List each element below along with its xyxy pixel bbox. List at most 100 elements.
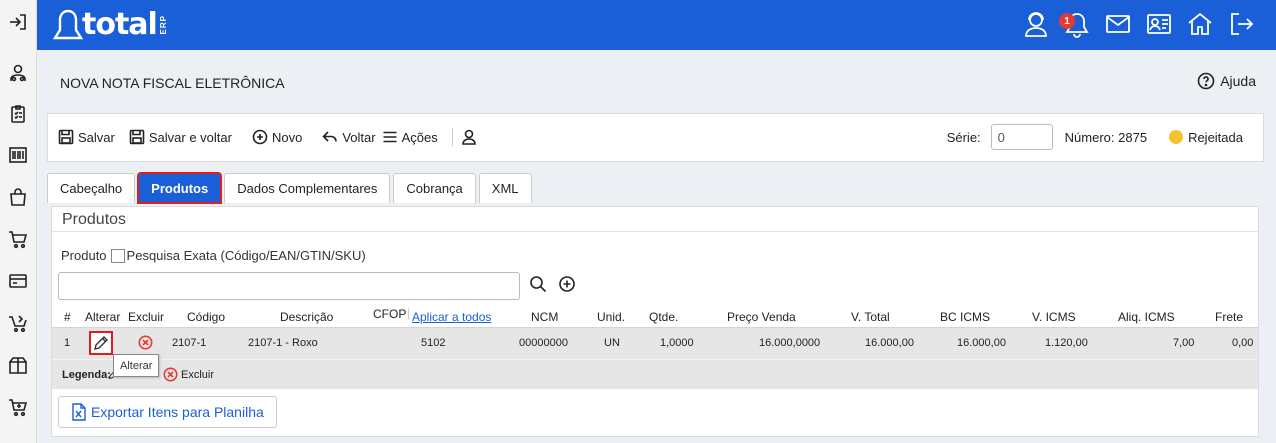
shopping-bag-icon[interactable] bbox=[8, 187, 28, 207]
bell-icon[interactable]: 1 bbox=[1059, 9, 1092, 39]
help-label: Ajuda bbox=[1220, 73, 1256, 89]
product-search-label: Produto Pesquisa Exata (Código/EAN/GTIN/… bbox=[61, 248, 366, 263]
col-v-icms[interactable]: V. ICMS bbox=[1032, 310, 1076, 324]
cell-bc-icms: 16.000,00 bbox=[957, 337, 1006, 349]
user-button[interactable] bbox=[461, 129, 477, 145]
col-cfop[interactable]: CFOP bbox=[373, 307, 406, 321]
col-frete[interactable]: Frete bbox=[1215, 310, 1243, 324]
support-agent-icon[interactable] bbox=[1021, 9, 1051, 39]
clipboard-list-icon[interactable] bbox=[8, 104, 28, 124]
cell-preco-venda: 16.000,0000 bbox=[759, 337, 821, 349]
cell-v-total: 16.000,00 bbox=[865, 337, 914, 349]
delete-item-button[interactable] bbox=[138, 335, 153, 350]
col-qtde[interactable]: Qtde. bbox=[649, 310, 678, 324]
col-unid[interactable]: Unid. bbox=[597, 310, 625, 324]
legend-close-circle-icon bbox=[163, 367, 178, 382]
close-circle-icon bbox=[138, 335, 153, 350]
sign-in-icon[interactable] bbox=[8, 12, 28, 32]
top-bar: total ERP 1 bbox=[37, 0, 1276, 50]
floppy-disk-icon bbox=[58, 129, 74, 145]
tab-produtos[interactable]: Produtos bbox=[137, 172, 223, 204]
cell-qtde: 1,0000 bbox=[660, 337, 694, 349]
question-circle-icon bbox=[1197, 72, 1215, 90]
cell-codigo: 2107-1 bbox=[172, 337, 207, 349]
products-panel: Produtos Produto Pesquisa Exata (Código/… bbox=[51, 206, 1259, 437]
cell-unid: UN bbox=[604, 337, 620, 349]
panel-divider bbox=[52, 231, 1258, 232]
tab-dados-complementares[interactable]: Dados Complementares bbox=[224, 173, 391, 203]
save-and-back-button[interactable]: Salvar e voltar bbox=[129, 129, 232, 145]
help-link[interactable]: Ajuda bbox=[1197, 72, 1256, 90]
mail-icon[interactable] bbox=[1103, 9, 1133, 39]
col-ncm[interactable]: NCM bbox=[531, 310, 558, 324]
users-icon[interactable] bbox=[8, 63, 28, 83]
col-descricao[interactable]: Descrição bbox=[280, 310, 333, 324]
tab-cabecalho[interactable]: Cabeçalho bbox=[47, 173, 136, 203]
legend-delete: Excluir bbox=[163, 367, 214, 382]
serie-input[interactable] bbox=[990, 124, 1053, 150]
search-icon[interactable] bbox=[529, 275, 547, 296]
cell-cfop: 5102 bbox=[421, 337, 446, 349]
panel-title: Produtos bbox=[62, 211, 127, 228]
logout-icon[interactable] bbox=[1226, 9, 1256, 39]
credit-card-icon[interactable] bbox=[8, 271, 28, 291]
logo-bell-icon bbox=[52, 9, 84, 40]
table-row: 1 2107-1 2107-1 - Roxo 5102 00000000 UN … bbox=[52, 327, 1258, 359]
brand-logo[interactable]: total ERP bbox=[52, 8, 168, 42]
cart-plus-icon[interactable] bbox=[8, 397, 28, 417]
cell-frete: 0,00 bbox=[1232, 337, 1254, 349]
save-button[interactable]: Salvar bbox=[58, 129, 115, 145]
col-v-total[interactable]: V. Total bbox=[851, 310, 890, 324]
tab-cobranca[interactable]: Cobrança bbox=[393, 173, 476, 203]
edit-item-button[interactable] bbox=[89, 331, 113, 355]
left-sidebar bbox=[0, 0, 37, 443]
col-aliq-icms[interactable]: Aliq. ICMS bbox=[1118, 310, 1175, 324]
exact-search-checkbox[interactable] bbox=[110, 248, 125, 263]
toolbar-divider bbox=[451, 128, 453, 146]
cell-ncm: 00000000 bbox=[519, 337, 568, 349]
logo-suffix: ERP bbox=[158, 15, 168, 35]
status-label: Rejeitada bbox=[1188, 129, 1243, 145]
menu-icon bbox=[383, 131, 397, 143]
legend-row: Legenda: Excluir bbox=[52, 359, 1258, 389]
new-button[interactable]: Novo bbox=[252, 129, 302, 145]
cart-arrow-icon[interactable] bbox=[8, 313, 28, 333]
barcode-icon[interactable] bbox=[8, 145, 28, 165]
page-title: NOVA NOTA FISCAL ELETRÔNICA bbox=[60, 75, 285, 91]
serie-label: Série: bbox=[946, 129, 981, 145]
col-excluir: Excluir bbox=[128, 310, 165, 324]
add-product-icon[interactable] bbox=[558, 275, 576, 296]
apply-to-all-link[interactable]: Aplicar a todos bbox=[412, 310, 491, 324]
cell-v-icms: 1.120,00 bbox=[1045, 337, 1088, 349]
exact-search-label: Pesquisa Exata (Código/EAN/GTIN/SKU) bbox=[126, 248, 366, 263]
col-codigo[interactable]: Código bbox=[187, 310, 225, 324]
back-button[interactable]: Voltar bbox=[322, 129, 376, 145]
legend-label: Legenda: bbox=[62, 369, 111, 381]
col-bc-icms[interactable]: BC ICMS bbox=[940, 310, 990, 324]
product-search-input[interactable] bbox=[58, 272, 520, 300]
pencil-icon bbox=[94, 336, 108, 350]
col-preco-venda[interactable]: Preço Venda bbox=[727, 310, 796, 324]
excel-file-icon bbox=[72, 403, 86, 421]
table-header: # Alterar Excluir Código Descrição CFOP … bbox=[52, 306, 1258, 327]
edit-tooltip: Alterar bbox=[113, 354, 160, 377]
reply-arrow-icon bbox=[322, 131, 338, 142]
notification-badge: 1 bbox=[1059, 13, 1075, 29]
actions-menu-button[interactable]: Ações bbox=[382, 129, 438, 145]
status-badge: Rejeitada bbox=[1169, 130, 1243, 145]
home-icon[interactable] bbox=[1185, 9, 1215, 39]
cell-aliq-icms: 7,00 bbox=[1173, 337, 1195, 349]
contact-card-icon[interactable] bbox=[1144, 9, 1174, 39]
floppy-disk-icon bbox=[129, 129, 145, 145]
export-spreadsheet-button[interactable]: Exportar Itens para Planilha bbox=[58, 396, 277, 428]
col-cfop-divider: | bbox=[407, 306, 411, 320]
cart-icon[interactable] bbox=[8, 229, 28, 249]
plus-circle-icon bbox=[252, 129, 268, 145]
cell-num: 1 bbox=[64, 337, 71, 349]
toolbar: Salvar Salvar e voltar Novo Voltar Ações… bbox=[47, 113, 1264, 162]
logo-text: total bbox=[82, 7, 158, 42]
user-icon bbox=[461, 129, 476, 145]
tab-xml[interactable]: XML bbox=[478, 173, 532, 203]
col-alterar: Alterar bbox=[85, 310, 121, 324]
box-icon[interactable] bbox=[8, 355, 28, 375]
